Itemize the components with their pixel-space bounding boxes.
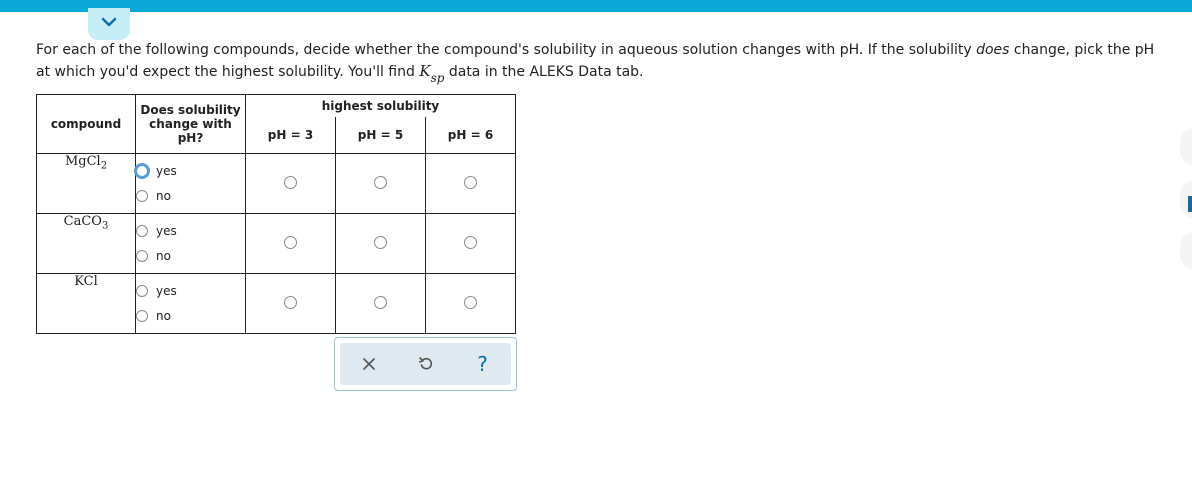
option-yes[interactable]: yes	[134, 161, 245, 181]
help-button[interactable]: ?	[468, 349, 498, 379]
cell-ph-5	[335, 213, 426, 274]
answer-toolbar: ?	[334, 337, 517, 391]
radio-yes[interactable]	[134, 163, 150, 179]
cell-ph-3	[245, 273, 336, 334]
help-icon: ?	[477, 352, 488, 376]
emphasis-does: does	[976, 42, 1010, 58]
radio-ph-5[interactable]	[374, 176, 387, 189]
cell-ph-6	[425, 273, 516, 334]
compound-formula: MgCl2	[36, 153, 136, 214]
radio-ph-6[interactable]	[464, 236, 477, 249]
radio-ph-6[interactable]	[464, 296, 477, 309]
radio-ph-5[interactable]	[374, 296, 387, 309]
chevron-down-icon	[101, 17, 117, 27]
table-row-mgcl2: MgCl2 yes no	[36, 153, 516, 214]
solubility-table: compound Does solubility change with pH?…	[36, 94, 516, 334]
cell-ph-6	[425, 213, 516, 274]
option-no[interactable]: no	[136, 246, 245, 266]
header-solubility-change: Does solubility change with pH?	[135, 94, 246, 154]
table-row-caco3: CaCO3 yes no	[36, 213, 516, 274]
option-yes[interactable]: yes	[136, 221, 245, 241]
toolbar-buttons: ?	[340, 343, 511, 385]
side-tab-1[interactable]	[1180, 128, 1192, 166]
radio-ph-5[interactable]	[374, 236, 387, 249]
option-yes[interactable]: yes	[136, 281, 245, 301]
cell-ph-6	[425, 153, 516, 214]
side-tab-indicator	[1188, 196, 1192, 212]
header-ph-5: pH = 5	[335, 117, 426, 155]
radio-ph-6[interactable]	[464, 176, 477, 189]
change-options: yes no	[135, 273, 246, 334]
header-compound: compound	[36, 94, 136, 154]
radio-yes[interactable]	[136, 285, 148, 297]
collapse-toggle[interactable]	[88, 8, 130, 40]
header-highest-solubility: highest solubility	[245, 94, 516, 118]
cell-ph-5	[335, 273, 426, 334]
side-tab-3[interactable]	[1180, 232, 1192, 270]
radio-ph-3[interactable]	[284, 176, 297, 189]
x-icon	[362, 358, 375, 370]
clear-button[interactable]	[354, 349, 384, 379]
compound-formula: KCl	[36, 273, 136, 334]
radio-no[interactable]	[136, 190, 148, 202]
radio-yes[interactable]	[136, 225, 148, 237]
radio-no[interactable]	[136, 250, 148, 262]
table-row-kcl: KCl yes no	[36, 273, 516, 334]
ksp-symbol: Ksp	[419, 62, 445, 85]
compound-formula: CaCO3	[36, 213, 136, 274]
undo-button[interactable]	[411, 349, 441, 379]
cell-ph-5	[335, 153, 426, 214]
radio-no[interactable]	[136, 310, 148, 322]
change-options: yes no	[135, 213, 246, 274]
cell-ph-3	[245, 213, 336, 274]
undo-icon	[418, 357, 432, 370]
header-ph-6: pH = 6	[425, 117, 516, 155]
option-no[interactable]: no	[136, 306, 245, 326]
option-no[interactable]: no	[136, 186, 245, 206]
radio-ph-3[interactable]	[284, 236, 297, 249]
change-options: yes no	[134, 153, 246, 214]
top-accent-bar	[0, 0, 1192, 12]
cell-ph-3	[245, 153, 336, 214]
header-ph-3: pH = 3	[245, 117, 336, 155]
radio-ph-3[interactable]	[284, 296, 297, 309]
question-instructions: For each of the following compounds, dec…	[36, 42, 1155, 85]
